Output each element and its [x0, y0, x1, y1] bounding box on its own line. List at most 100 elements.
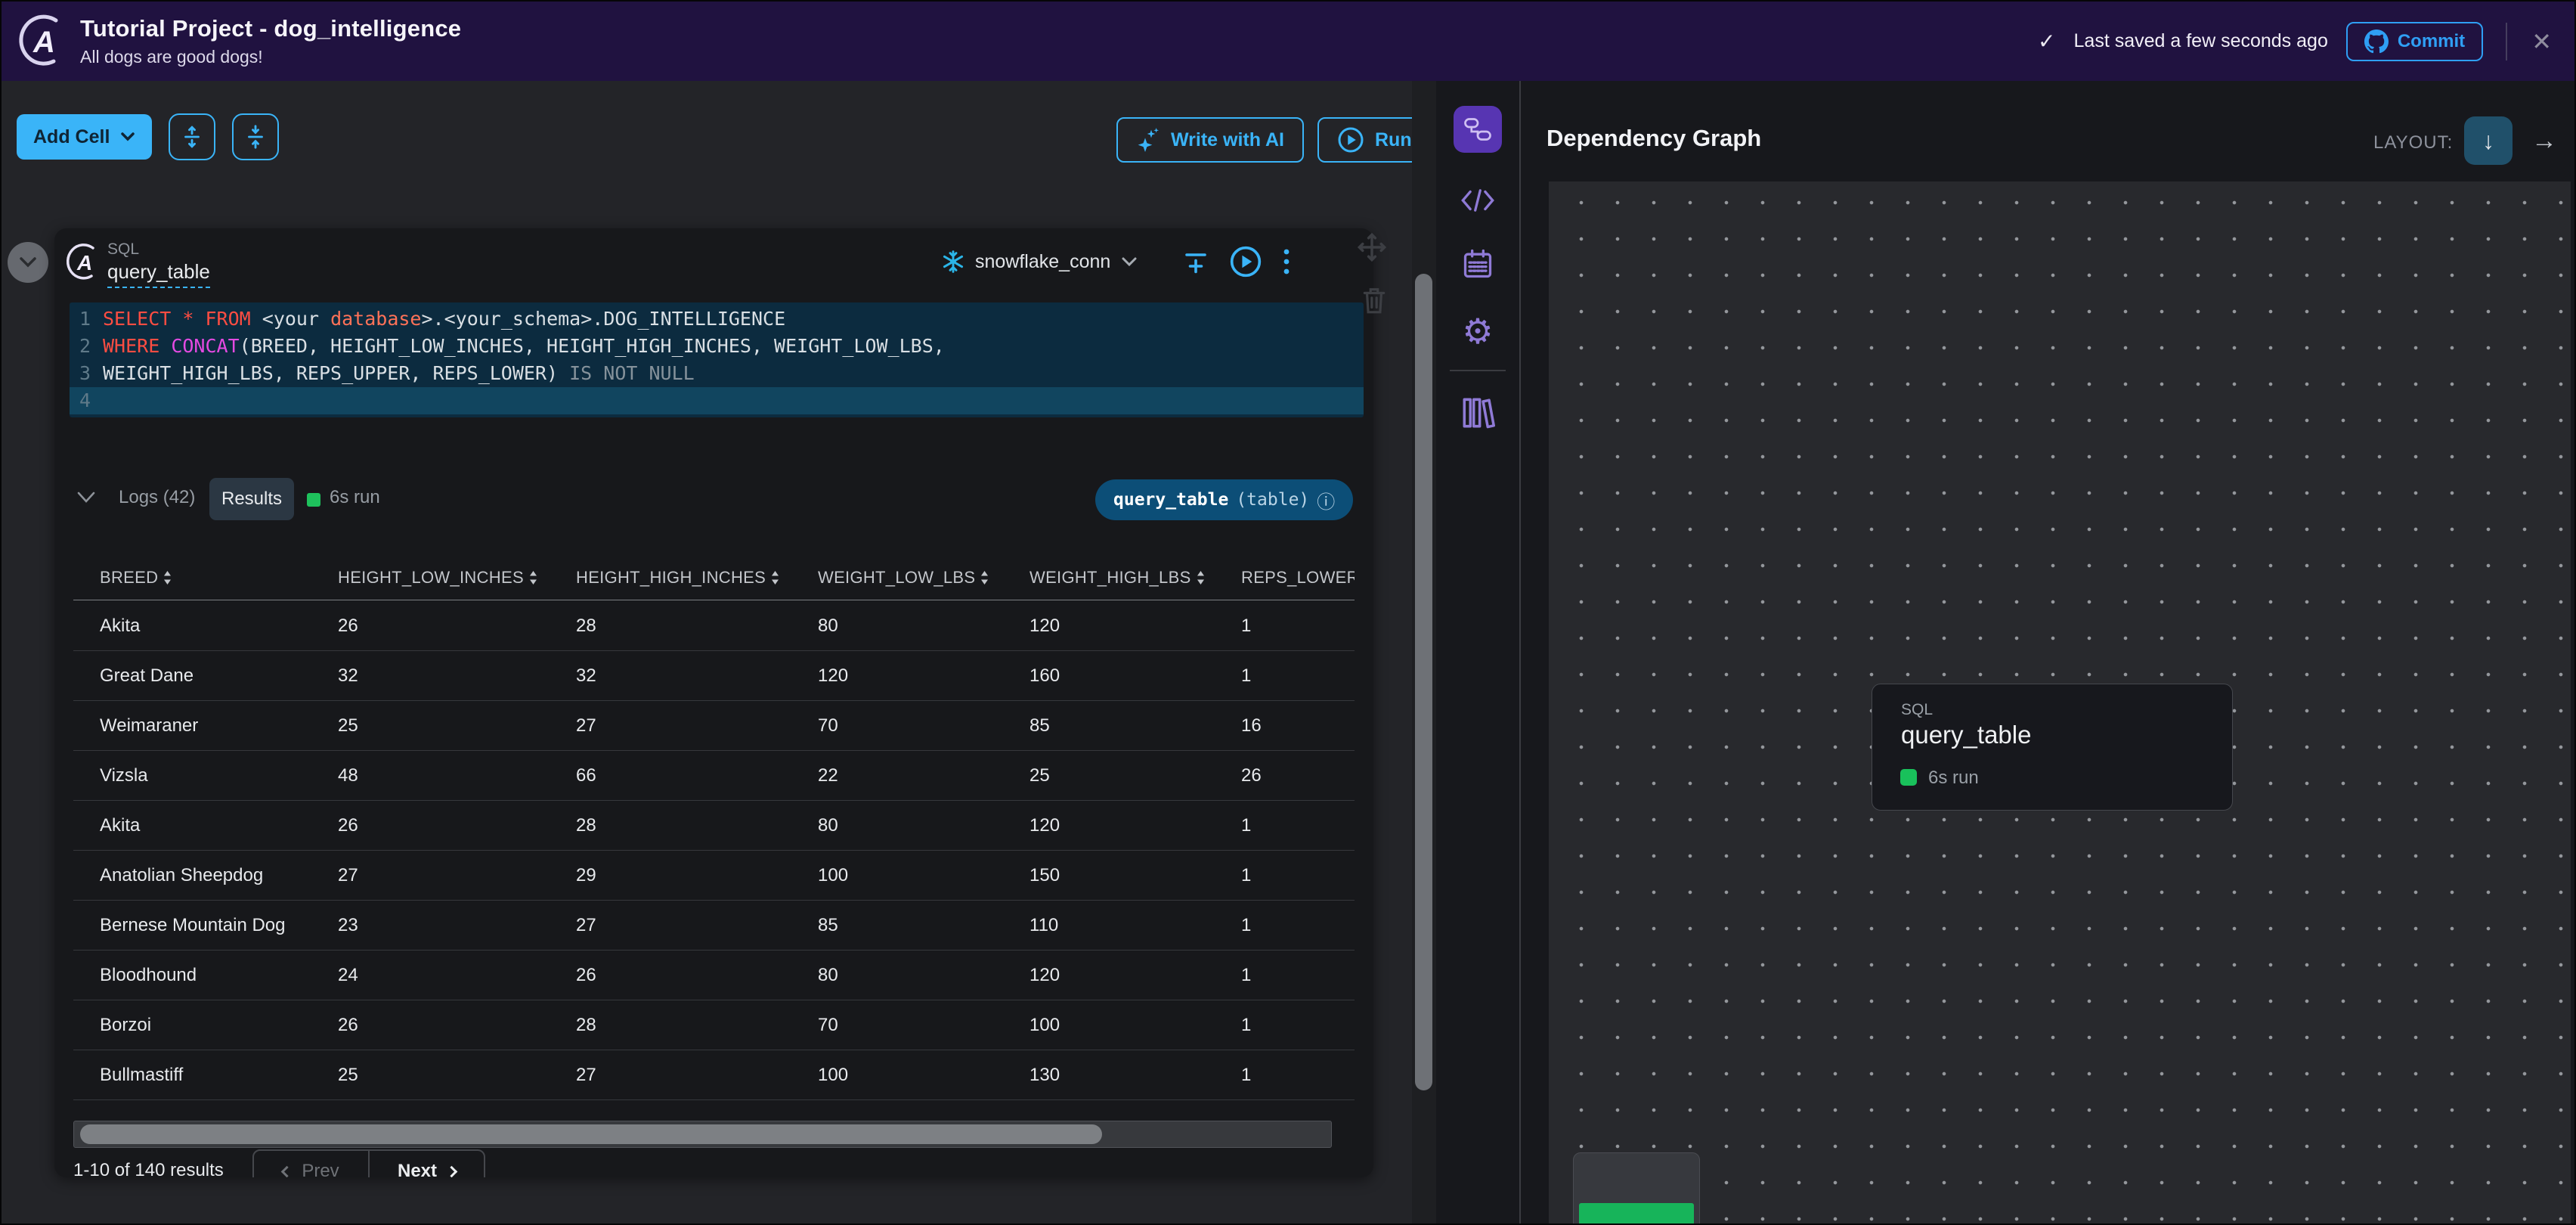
sparkles-icon — [1138, 128, 1159, 152]
move-cell-handle[interactable] — [1356, 231, 1388, 267]
table-cell: 1 — [1241, 914, 1252, 935]
scrollbar-thumb[interactable] — [80, 1124, 1102, 1144]
graph-node-query-table[interactable]: SQL query_table 6s run — [1872, 684, 2233, 811]
column-header-weight_low_lbs[interactable]: WEIGHT_LOW_LBS — [791, 555, 1003, 600]
chevron-down-icon — [77, 492, 95, 503]
trash-icon — [1363, 288, 1386, 314]
output-variable-badge[interactable]: query_table (table) ⓘ — [1095, 479, 1354, 520]
results-collapse-chevron[interactable] — [76, 491, 97, 508]
table-cell: 27 — [338, 864, 358, 885]
table-row[interactable]: Weimaraner 25 27 70 85 16 — [73, 701, 1355, 751]
table-cell: 1 — [1241, 1014, 1252, 1035]
table-cell: Bullmastiff — [100, 1064, 184, 1085]
table-cell: 26 — [576, 964, 596, 985]
column-header-reps_lower[interactable]: REPS_LOWER — [1215, 555, 1355, 600]
table-row[interactable]: Borzoi 26 28 70 100 1 — [73, 1000, 1355, 1050]
graph-minimap[interactable] — [1573, 1152, 1700, 1223]
table-row[interactable]: Vizsla 48 66 22 25 26 — [73, 751, 1355, 801]
cell-collapse-button[interactable] — [8, 242, 48, 283]
table-cell: 100 — [1029, 1014, 1060, 1035]
table-cell: 24 — [338, 964, 358, 985]
table-cell: 1 — [1241, 665, 1252, 686]
project-subtitle: All dogs are good dogs! — [80, 47, 263, 67]
layout-horizontal-button[interactable]: → — [2525, 122, 2564, 159]
node-type-label: SQL — [1901, 701, 1934, 718]
table-cell: 100 — [818, 1064, 849, 1085]
collapse-all-cells-button[interactable] — [232, 113, 280, 160]
table-row[interactable]: Akita 26 28 80 120 1 — [73, 801, 1355, 851]
side-panel-rail: ⚙ — [1436, 81, 1519, 1223]
table-cell: 150 — [1029, 864, 1060, 885]
chevron-down-icon — [121, 132, 135, 141]
table-row[interactable]: Great Dane 32 32 120 160 1 — [73, 651, 1355, 701]
tool-scheduled-runs[interactable] — [1436, 247, 1519, 281]
write-with-ai-button[interactable]: Write with AI — [1116, 117, 1304, 163]
prev-page-button[interactable]: Prev — [254, 1151, 370, 1177]
sql-code-editor[interactable]: 1 SELECT * FROM <your database>.<your_sch… — [70, 302, 1364, 417]
chevron-down-icon — [20, 257, 36, 268]
table-cell: 1 — [1241, 964, 1252, 985]
code-line-4[interactable]: 4 — [70, 387, 1364, 414]
delete-cell-button[interactable] — [1360, 284, 1389, 320]
info-icon[interactable]: ⓘ — [1317, 487, 1335, 513]
table-cell: 25 — [1029, 764, 1050, 786]
column-header-height_high_inches[interactable]: HEIGHT_HIGH_INCHES — [550, 555, 791, 600]
node-run-time: 6s run — [1928, 768, 1979, 788]
table-row[interactable]: Anatolian Sheepdog 27 29 100 150 1 — [73, 851, 1355, 901]
column-header-height_low_inches[interactable]: HEIGHT_LOW_INCHES — [311, 555, 550, 600]
tool-code-view[interactable] — [1436, 185, 1519, 216]
tool-library[interactable] — [1436, 395, 1519, 430]
close-icon[interactable]: ✕ — [2525, 27, 2558, 56]
connection-selector[interactable]: snowflake_conn — [941, 245, 1138, 278]
table-cell: Akita — [100, 615, 141, 636]
output-variable-name: query_table — [1113, 490, 1229, 510]
table-cell: 70 — [818, 715, 838, 736]
table-cell: 1 — [1241, 864, 1252, 885]
minimap-node — [1579, 1203, 1694, 1223]
table-cell: 120 — [1029, 814, 1060, 836]
table-row[interactable]: Akita 26 28 80 120 1 — [73, 601, 1355, 651]
tool-settings[interactable]: ⚙ — [1436, 314, 1519, 349]
run-cell-icon[interactable] — [1229, 245, 1262, 278]
line-number: 1 — [79, 308, 91, 330]
column-header-weight_high_lbs[interactable]: WEIGHT_HIGH_LBS — [1003, 555, 1215, 600]
expand-all-cells-button[interactable] — [169, 113, 216, 160]
table-row[interactable]: Bloodhound 24 26 80 120 1 — [73, 951, 1355, 1000]
table-cell: 110 — [1029, 914, 1059, 935]
scrollbar-thumb[interactable] — [1415, 274, 1432, 1090]
table-cell: 27 — [576, 715, 596, 736]
add-cell-button[interactable]: Add Cell — [17, 114, 153, 160]
play-circle-icon — [1338, 127, 1364, 153]
tab-results[interactable]: Results — [209, 478, 294, 520]
table-cell: 120 — [818, 665, 849, 686]
kebab-menu-icon[interactable] — [1282, 247, 1291, 277]
dependency-graph-icon — [1464, 118, 1491, 141]
cell-title[interactable]: query_table — [107, 260, 210, 288]
notebook-toolbar-right: Write with AI Run — [1116, 117, 1432, 163]
table-row[interactable]: Bullmastiff 25 27 100 130 1 — [73, 1050, 1355, 1100]
table-cell: 29 — [576, 864, 596, 885]
graph-canvas[interactable]: SQL query_table 6s run — [1549, 181, 2571, 1223]
calendar-icon — [1463, 249, 1492, 278]
column-header-breed[interactable]: BREED — [73, 555, 311, 600]
table-cell: 80 — [818, 615, 838, 636]
tool-dependency-graph[interactable] — [1454, 106, 1502, 153]
code-line-1[interactable]: 1 SELECT * FROM <your database>.<your_sch… — [70, 305, 1364, 333]
table-cell: 26 — [1241, 764, 1262, 786]
table-horizontal-scrollbar[interactable] — [73, 1121, 1332, 1148]
next-page-button[interactable]: Next — [370, 1151, 484, 1177]
code-line-2[interactable]: 2 WHERE CONCAT(BREED, HEIGHT_LOW_INCHES, … — [70, 333, 1364, 360]
app-logo-icon[interactable]: A — [17, 13, 67, 70]
table-cell: 160 — [1029, 665, 1060, 686]
commit-button[interactable]: Commit — [2345, 21, 2484, 61]
layout-vertical-button[interactable]: ↓ — [2464, 116, 2513, 165]
save-status-text: Last saved a few seconds ago — [2073, 30, 2328, 51]
tab-logs[interactable]: Logs (42) — [119, 487, 195, 508]
code-line-3[interactable]: 3 WEIGHT_HIGH_LBS, REPS_UPPER, REPS_LOWER… — [70, 360, 1364, 387]
table-cell: 48 — [338, 764, 358, 786]
notebook-scrollbar[interactable] — [1412, 81, 1436, 1223]
table-cell: 80 — [818, 964, 838, 985]
add-filter-icon[interactable] — [1182, 248, 1209, 275]
table-row[interactable]: Bernese Mountain Dog 23 27 85 110 1 — [73, 901, 1355, 951]
line-number: 2 — [79, 335, 91, 357]
